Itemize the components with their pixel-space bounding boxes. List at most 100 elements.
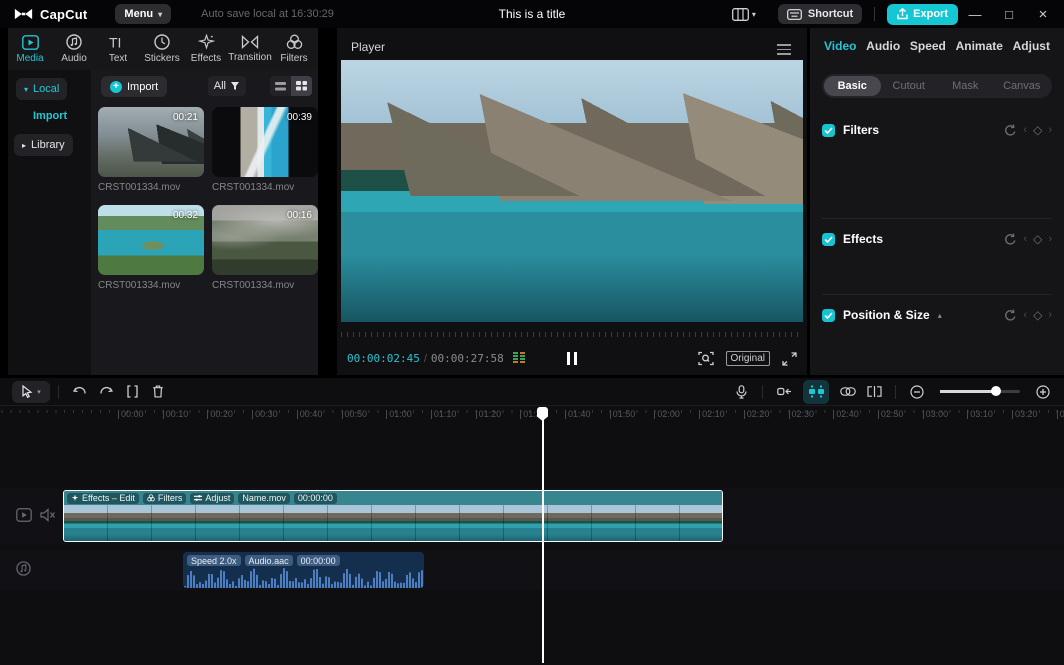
minimize-button[interactable]: — xyxy=(958,7,992,22)
tab-transition[interactable]: Transition xyxy=(228,28,272,70)
tab-text[interactable]: TI Text xyxy=(96,28,140,70)
keyframe-prev-icon[interactable]: ‹ xyxy=(1023,309,1027,321)
chevron-down-icon: ▾ xyxy=(37,388,41,396)
keyframe-diamond-icon[interactable]: ◇ xyxy=(1033,123,1042,137)
filters-section-header: Filters ‹ ◇ › xyxy=(822,122,1052,138)
asset-tab-bar: Media Audio TI Text Stickers Effects Tra… xyxy=(8,28,318,70)
fit-zoom-icon[interactable] xyxy=(698,351,714,366)
mute-track-icon[interactable] xyxy=(40,508,56,522)
zoom-in-button[interactable] xyxy=(1030,381,1056,403)
tab-adjust[interactable]: Adjust xyxy=(1013,39,1050,53)
list-view-button[interactable] xyxy=(270,76,291,96)
undo-icon xyxy=(73,386,87,398)
filter-all-dropdown[interactable]: All xyxy=(208,76,246,96)
sidebar-item-import[interactable]: Import xyxy=(33,110,67,122)
audio-clip[interactable]: Speed 2.0x Audio.aac 00:00:00 xyxy=(183,552,424,588)
magnetic-snap-button[interactable] xyxy=(771,381,797,403)
subtab-cutout[interactable]: Cutout xyxy=(881,76,938,96)
overwrite-mode-button[interactable] xyxy=(861,381,887,403)
adjust-badge[interactable]: Adjust xyxy=(190,493,234,504)
grid-view-button[interactable] xyxy=(291,76,312,96)
media-item[interactable]: 00:21 CRST001334.mov xyxy=(98,107,204,193)
reset-icon[interactable] xyxy=(1004,309,1017,322)
reset-icon[interactable] xyxy=(1004,233,1017,246)
audio-track-icon[interactable] xyxy=(16,561,31,576)
keyframe-next-icon[interactable]: › xyxy=(1048,233,1052,245)
delete-button[interactable] xyxy=(145,381,171,403)
duration-badge: 00:39 xyxy=(287,112,312,123)
media-item[interactable]: 00:32 CRST001334.mov xyxy=(98,205,204,291)
close-button[interactable]: × xyxy=(1026,6,1060,23)
split-icon xyxy=(126,385,139,398)
undo-button[interactable] xyxy=(67,381,93,403)
keyframe-next-icon[interactable]: › xyxy=(1048,309,1052,321)
auto-splice-button-active[interactable] xyxy=(803,380,829,404)
keyframe-next-icon[interactable]: › xyxy=(1048,124,1052,136)
ruler-tick-label: 01:00 xyxy=(386,409,412,419)
effects-badge[interactable]: Effects – Edit xyxy=(67,493,139,504)
collapse-arrow-icon[interactable]: ▴ xyxy=(938,311,942,320)
timeline-ruler[interactable]: 00:0000:1000:2000:3000:4000:5001:0001:10… xyxy=(0,407,1064,423)
subtab-canvas[interactable]: Canvas xyxy=(994,76,1051,96)
video-track-icon[interactable] xyxy=(16,508,32,522)
tab-video[interactable]: Video xyxy=(824,39,856,53)
filters-badge[interactable]: Filters xyxy=(143,493,187,504)
timeline-zoom-slider[interactable] xyxy=(940,390,1020,393)
timeline-zoom-thumb[interactable] xyxy=(991,386,1001,396)
reset-icon[interactable] xyxy=(1004,124,1017,137)
fullscreen-icon[interactable] xyxy=(782,352,797,366)
ruler-tick-label: 02:40 xyxy=(833,409,859,419)
keyframe-prev-icon[interactable]: ‹ xyxy=(1023,233,1027,245)
export-button[interactable]: Export xyxy=(887,4,958,25)
filmstrip-frame xyxy=(328,505,372,541)
section-title: Effects xyxy=(843,232,883,246)
sidebar-item-library[interactable]: ▸Library xyxy=(14,134,73,156)
check-icon xyxy=(824,236,833,243)
zoom-out-button[interactable] xyxy=(904,381,930,403)
video-clip[interactable]: Effects – Edit Filters Adjust Name.mov 0… xyxy=(63,490,723,542)
pause-button[interactable] xyxy=(567,352,577,365)
position-size-checkbox[interactable] xyxy=(822,309,835,322)
maximize-button[interactable]: □ xyxy=(992,7,1026,22)
ruler-tick-label: 00:00 xyxy=(118,409,144,419)
clip-time-badge: 00:00:00 xyxy=(294,493,337,504)
redo-button[interactable] xyxy=(93,381,119,403)
import-media-button[interactable]: + Import xyxy=(101,76,167,97)
tab-speed[interactable]: Speed xyxy=(910,39,946,53)
effects-checkbox[interactable] xyxy=(822,233,835,246)
link-clips-button[interactable] xyxy=(835,381,861,403)
media-item[interactable]: 00:16 CRST001334.mov xyxy=(212,205,318,291)
record-voiceover-button[interactable] xyxy=(728,381,754,403)
tab-audio[interactable]: Audio xyxy=(52,28,96,70)
tab-audio-settings[interactable]: Audio xyxy=(866,39,900,53)
filmstrip-frame xyxy=(548,505,592,541)
sidebar-item-local[interactable]: ▾Local xyxy=(16,78,67,100)
microphone-icon xyxy=(736,385,747,399)
split-button[interactable] xyxy=(119,381,145,403)
shortcut-button[interactable]: Shortcut xyxy=(778,4,862,24)
select-tool-button[interactable]: ▾ xyxy=(12,381,50,403)
player-scrub-strip[interactable] xyxy=(341,326,803,337)
keyframe-prev-icon[interactable]: ‹ xyxy=(1023,124,1027,136)
filters-checkbox[interactable] xyxy=(822,124,835,137)
media-item[interactable]: 00:39 CRST001334.mov xyxy=(212,107,318,193)
keyframe-diamond-icon[interactable]: ◇ xyxy=(1033,308,1042,322)
tab-filters[interactable]: Filters xyxy=(272,28,316,70)
layout-button[interactable]: ▾ xyxy=(732,8,756,21)
tab-stickers[interactable]: Stickers xyxy=(140,28,184,70)
keyframe-diamond-icon[interactable]: ◇ xyxy=(1033,232,1042,246)
player-menu-icon[interactable] xyxy=(777,41,791,58)
effects-icon xyxy=(198,34,215,50)
menu-button[interactable]: Menu▾ xyxy=(115,4,171,24)
video-viewport[interactable] xyxy=(341,60,803,322)
tab-effects[interactable]: Effects xyxy=(184,28,228,70)
original-resolution-button[interactable]: Original xyxy=(726,351,770,366)
ruler-tick-label: 03:00 xyxy=(923,409,949,419)
subtab-basic[interactable]: Basic xyxy=(824,76,881,96)
subtab-mask[interactable]: Mask xyxy=(937,76,994,96)
timeline-toolbar: ▾ xyxy=(0,378,1064,406)
tab-media[interactable]: Media xyxy=(8,28,52,70)
audio-meter-icon[interactable] xyxy=(512,352,526,365)
tab-animate[interactable]: Animate xyxy=(956,39,1003,53)
media-icon xyxy=(22,35,39,50)
